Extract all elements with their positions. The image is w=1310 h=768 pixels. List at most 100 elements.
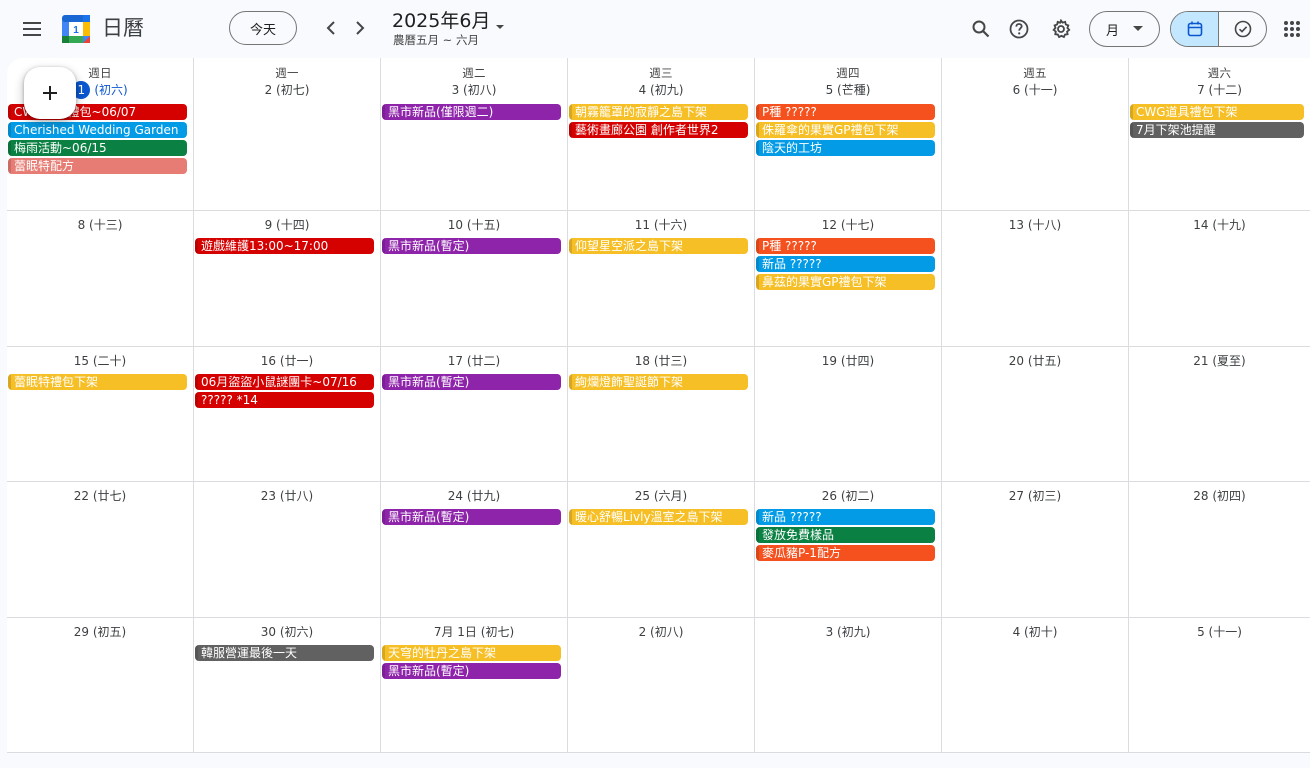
day-cell[interactable]: 2 (初八) [568,618,755,753]
next-month-button[interactable] [346,14,374,42]
event-chip[interactable]: 黑市新品(暫定) [382,374,561,390]
day-number[interactable]: 5 (十一) [1129,618,1310,641]
day-cell[interactable]: 17 (廿二) 黑市新品(暫定) [381,347,568,482]
event-chip[interactable]: CWG道具禮包下架 [1130,104,1304,120]
day-cell[interactable]: 16 (廿一) 06月盜盜小鼠謎團卡~07/16 ????? *14 [194,347,381,482]
day-cell[interactable]: 19 (廿四) [755,347,942,482]
day-cell[interactable]: 10 (十五) 黑市新品(暫定) [381,211,568,347]
google-apps-button[interactable] [1277,14,1307,44]
day-cell[interactable]: 27 (初三) [942,482,1129,618]
day-number[interactable]: 19 (廿四) [755,347,941,370]
day-number[interactable]: 12 (十七) [755,211,941,234]
event-chip[interactable]: 7月下架池提醒 [1130,122,1304,138]
day-cell[interactable]: 28 (初四) [1129,482,1310,618]
day-cell[interactable]: 13 (十八) [942,211,1129,347]
day-number[interactable]: 15 (二十) [7,347,193,370]
day-number[interactable]: 21 (夏至) [1129,347,1310,370]
day-number[interactable]: 16 (廿一) [194,347,380,370]
event-chip[interactable]: 鼻茲的果實GP禮包下架 [756,274,935,290]
event-chip[interactable]: 發放免費樣品 [756,527,935,543]
day-cell[interactable]: 21 (夏至) [1129,347,1310,482]
tasks-view-button[interactable] [1219,12,1266,46]
day-number[interactable]: 4 (初九) [568,81,754,99]
dropdown-arrow-icon[interactable] [493,20,507,34]
day-number[interactable]: 28 (初四) [1129,482,1310,505]
day-number[interactable]: 11 (十六) [568,211,754,234]
day-cell[interactable]: 26 (初二) 新品 ????? 發放免費樣品 麥瓜豬P-1配方 [755,482,942,618]
day-number[interactable]: 30 (初六) [194,618,380,641]
day-cell[interactable]: 29 (初五) [7,618,194,753]
day-number[interactable]: 4 (初十) [942,618,1128,641]
day-number[interactable]: 23 (廿八) [194,482,380,505]
event-chip[interactable]: ????? *14 [195,392,374,408]
current-month-title[interactable]: 2025年6月 [392,9,490,33]
day-cell[interactable]: 23 (廿八) [194,482,381,618]
day-number[interactable]: 22 (廿七) [7,482,193,505]
event-chip[interactable]: 暖心舒暢Livly溫室之島下架 [569,509,748,525]
day-number[interactable]: 18 (廿三) [568,347,754,370]
event-chip[interactable]: 陰天的工坊 [756,140,935,156]
event-chip[interactable]: 黑市新品(僅限週二) [382,104,561,120]
day-cell[interactable]: 9 (十四) 遊戲維護13:00~17:00 [194,211,381,347]
today-button[interactable]: 今天 [229,11,297,45]
day-cell[interactable]: 14 (十九) [1129,211,1310,347]
day-number[interactable]: 7月 1日 (初七) [381,618,567,641]
day-cell[interactable]: 12 (十七) P種 ????? 新品 ????? 鼻茲的果實GP禮包下架 [755,211,942,347]
calendar-view-button[interactable] [1171,12,1219,46]
event-chip[interactable]: Cherished Wedding Garden [8,122,187,138]
event-chip[interactable]: P種 ????? [756,238,935,254]
day-cell[interactable]: 週四 5 (芒種) P種 ????? 侏羅傘的果實GP禮包下架 陰天的工坊 [755,58,942,211]
event-chip[interactable]: 新品 ????? [756,256,935,272]
day-number[interactable]: 6 (十一) [942,81,1128,99]
day-number[interactable]: 3 (初八) [381,81,567,99]
event-chip[interactable]: 新品 ????? [756,509,935,525]
event-chip[interactable]: 仰望星空派之島下架 [569,238,748,254]
create-event-button[interactable] [24,67,76,119]
day-cell[interactable]: 18 (廿三) 絢爛燈飾聖誕節下架 [568,347,755,482]
day-cell[interactable]: 25 (六月) 暖心舒暢Livly溫室之島下架 [568,482,755,618]
search-button[interactable] [966,14,996,44]
day-cell[interactable]: 7月 1日 (初七) 天穹的牡丹之島下架 黑市新品(暫定) [381,618,568,753]
calendar-logo[interactable]: 1 [61,14,91,44]
event-chip[interactable]: 侏羅傘的果實GP禮包下架 [756,122,935,138]
event-chip[interactable]: 麥瓜豬P-1配方 [756,545,935,561]
day-number[interactable]: 17 (廿二) [381,347,567,370]
event-chip[interactable]: 黑市新品(暫定) [382,663,561,679]
event-chip[interactable]: 蕾眠特禮包下架 [8,374,187,390]
day-number[interactable]: 5 (芒種) [755,81,941,99]
event-chip[interactable]: 韓服營運最後一天 [195,645,374,661]
day-cell[interactable]: 3 (初九) [755,618,942,753]
day-cell[interactable]: 週二 3 (初八) 黑市新品(僅限週二) [381,58,568,211]
event-chip[interactable]: 黑市新品(暫定) [382,509,561,525]
day-number[interactable]: 27 (初三) [942,482,1128,505]
day-number[interactable]: 2 (初七) [194,81,380,99]
day-cell[interactable]: 週一 2 (初七) [194,58,381,211]
event-chip[interactable]: P種 ????? [756,104,935,120]
day-cell[interactable]: 週六 7 (十二) CWG道具禮包下架 7月下架池提醒 [1129,58,1310,211]
day-number[interactable]: 7 (十二) [1129,81,1310,99]
event-chip[interactable]: 朝霧籠罩的寂靜之島下架 [569,104,748,120]
day-number[interactable]: 8 (十三) [7,211,193,234]
day-cell[interactable]: 30 (初六) 韓服營運最後一天 [194,618,381,753]
day-cell[interactable]: 15 (二十) 蕾眠特禮包下架 [7,347,194,482]
day-cell[interactable]: 11 (十六) 仰望星空派之島下架 [568,211,755,347]
day-cell[interactable]: 5 (十一) [1129,618,1310,753]
event-chip[interactable]: 黑市新品(暫定) [382,238,561,254]
help-button[interactable] [1004,14,1034,44]
event-chip[interactable]: 遊戲維護13:00~17:00 [195,238,374,254]
day-number[interactable]: 25 (六月) [568,482,754,505]
event-chip[interactable]: 絢爛燈飾聖誕節下架 [569,374,748,390]
app-title[interactable]: 日曆 [102,14,144,42]
day-cell[interactable]: 8 (十三) [7,211,194,347]
event-chip[interactable]: 天穹的牡丹之島下架 [382,645,561,661]
settings-button[interactable] [1046,14,1076,44]
day-number[interactable]: 13 (十八) [942,211,1128,234]
event-chip[interactable]: 梅雨活動~06/15 [8,140,187,156]
day-cell[interactable]: 22 (廿七) [7,482,194,618]
day-cell[interactable]: 週三 4 (初九) 朝霧籠罩的寂靜之島下架 藝術畫廊公園 創作者世界2 [568,58,755,211]
event-chip[interactable]: 藝術畫廊公園 創作者世界2 [569,122,748,138]
day-number[interactable]: 2 (初八) [568,618,754,641]
main-menu-button[interactable] [14,11,50,47]
day-number[interactable]: 10 (十五) [381,211,567,234]
day-number[interactable]: 29 (初五) [7,618,193,641]
